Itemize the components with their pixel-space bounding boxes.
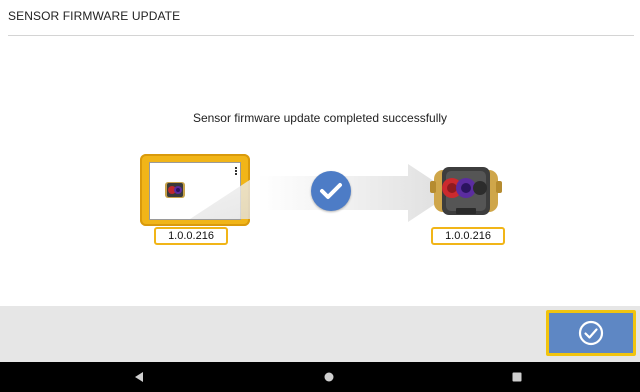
nav-back-button[interactable]: [119, 362, 159, 392]
page-title: SENSOR FIRMWARE UPDATE: [8, 9, 181, 23]
check-circle-outline-icon: [578, 320, 604, 346]
header-divider: [8, 35, 634, 36]
confirm-button[interactable]: [546, 310, 636, 356]
tablet-screen-shading: [190, 179, 250, 219]
mini-sensor-icon: [165, 182, 185, 198]
back-triangle-icon: [135, 372, 143, 382]
status-message: Sensor firmware update completed success…: [192, 111, 448, 125]
app-header: SENSOR FIRMWARE UPDATE: [0, 0, 640, 36]
check-circle-icon: [311, 171, 351, 211]
sensor-device-icon: [430, 167, 502, 215]
tablet-status-dots: [235, 167, 237, 175]
tablet-screen: [149, 162, 250, 220]
recents-square-icon: [512, 372, 522, 382]
nav-home-button[interactable]: [309, 362, 349, 392]
nav-recents-button[interactable]: [497, 362, 537, 392]
system-navigation-bar: [0, 362, 640, 392]
transfer-arrow: [258, 164, 452, 222]
tablet-device-icon: [140, 154, 250, 226]
action-bar: [0, 306, 640, 362]
source-version-label: 1.0.0.216: [154, 227, 228, 245]
home-circle-icon: [324, 372, 334, 382]
target-version-label: 1.0.0.216: [431, 227, 505, 245]
